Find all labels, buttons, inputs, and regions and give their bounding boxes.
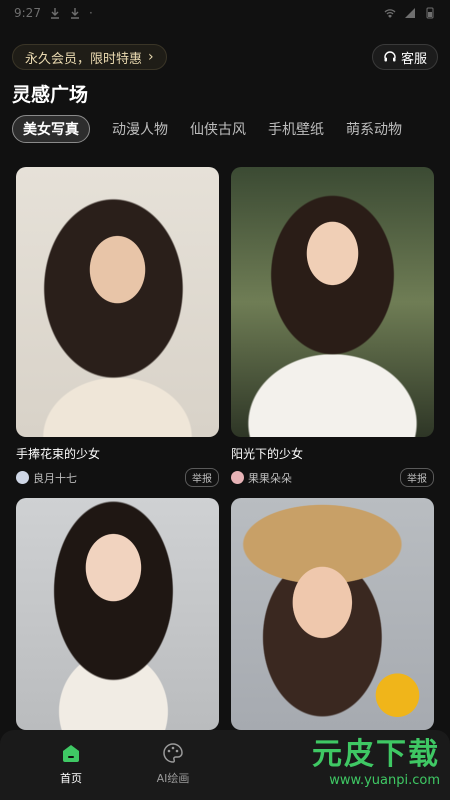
tab-phone-wallpaper[interactable]: 手机壁纸	[268, 119, 324, 139]
nav-home-label: 首页	[60, 772, 82, 785]
image-card[interactable]	[231, 498, 434, 730]
download-icon	[50, 8, 59, 19]
bottom-navigation: 首页 AI绘画	[0, 730, 450, 800]
tab-cute-animals[interactable]: 萌系动物	[346, 119, 402, 139]
vip-promo-label: 永久会员，限时特惠	[25, 51, 143, 67]
artwork-image[interactable]	[231, 498, 434, 730]
headset-icon	[384, 51, 396, 62]
artwork-image[interactable]	[16, 498, 219, 730]
battery-icon	[426, 7, 434, 19]
wifi-icon	[384, 9, 396, 18]
palette-icon	[163, 743, 183, 763]
signal-icon	[405, 8, 415, 18]
author-name: 良月十七	[33, 471, 77, 485]
image-card[interactable]: 手捧花束的少女 良月十七 举报	[16, 167, 219, 487]
card-caption: 阳光下的少女	[231, 447, 304, 461]
artwork-image[interactable]	[231, 167, 434, 437]
page-title: 灵感广场	[12, 84, 89, 106]
chevron-right-icon: ›	[148, 49, 154, 65]
tab-beauty-portrait[interactable]: 美女写真	[12, 115, 90, 143]
download-icon	[70, 8, 79, 19]
image-card[interactable]: 阳光下的少女 果果朵朵 举报	[231, 167, 434, 487]
vip-promo-button[interactable]: 永久会员，限时特惠 ›	[12, 44, 167, 70]
card-caption: 手捧花束的少女	[16, 447, 101, 461]
report-button[interactable]: 举报	[400, 468, 434, 487]
home-icon	[63, 745, 79, 762]
report-button[interactable]: 举报	[185, 468, 219, 487]
image-card[interactable]	[16, 498, 219, 730]
artwork-image[interactable]	[16, 167, 219, 437]
author-name: 果果朵朵	[248, 471, 292, 485]
nav-ai-painting[interactable]: AI绘画	[133, 742, 213, 786]
status-time: 9:27	[14, 6, 41, 20]
customer-service-label: 客服	[400, 51, 427, 67]
customer-service-button[interactable]: 客服	[371, 44, 438, 70]
dot-icon: ·	[88, 6, 93, 20]
nav-ai-painting-label: AI绘画	[156, 772, 190, 785]
category-tabs: 美女写真 动漫人物 仙侠古风 手机壁纸 萌系动物	[12, 115, 450, 143]
nav-home[interactable]: 首页	[31, 742, 111, 786]
tab-xianxia-ancient[interactable]: 仙侠古风	[190, 119, 246, 139]
status-bar: 9:27 ·	[0, 0, 450, 26]
avatar	[231, 471, 244, 484]
avatar	[16, 471, 29, 484]
tab-anime-characters[interactable]: 动漫人物	[112, 119, 168, 139]
